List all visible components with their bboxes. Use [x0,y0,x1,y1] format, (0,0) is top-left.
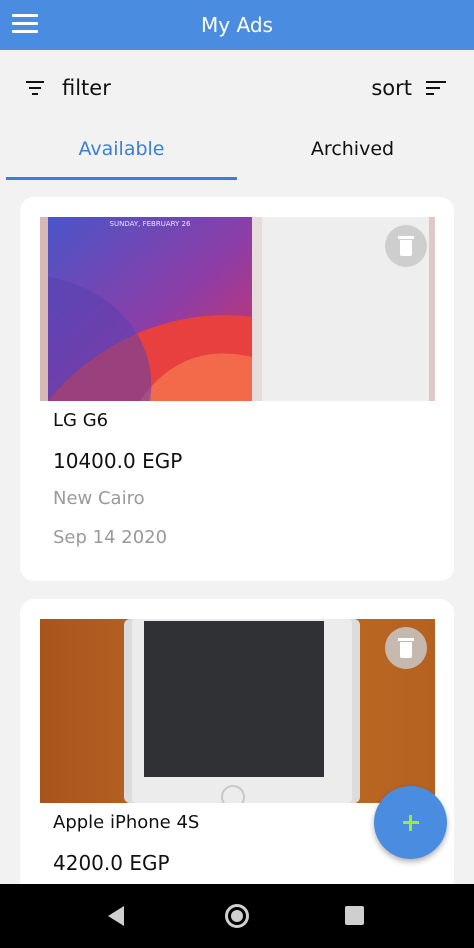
phone-photo-iphone [40,619,435,803]
ad-photo: SUNDAY, FEBRUARY 26 [40,217,435,401]
lock-screen-date: SUNDAY, FEBRUARY 26 [110,220,191,228]
ad-title: Apple iPhone 4S [53,812,200,833]
filter-button[interactable]: filter [26,76,111,100]
ad-card[interactable]: Apple iPhone 4S 4200.0 EGP [20,599,454,929]
app-bar: My Ads [0,0,474,50]
system-nav-bar [0,884,474,948]
tab-bar: Available Archived [6,130,468,180]
tab-archived[interactable]: Archived [237,130,468,180]
ad-date: Sep 14 2020 [53,527,168,548]
recent-apps-icon[interactable] [345,906,364,925]
trash-icon [398,236,414,256]
delete-button[interactable] [385,627,427,669]
filter-sort-bar: filter sort [0,50,474,130]
page-title: My Ads [201,13,273,37]
ad-card[interactable]: SUNDAY, FEBRUARY 26 LG G6 10400.0 EGP Ne… [20,197,454,581]
ad-price: 4200.0 EGP [53,851,170,875]
add-ad-button[interactable] [374,786,447,859]
sort-icon [426,80,448,96]
ad-location: New Cairo [53,488,145,509]
back-icon[interactable] [108,906,124,926]
delete-button[interactable] [385,225,427,267]
tab-available[interactable]: Available [6,130,237,180]
filter-label: filter [62,76,111,100]
phone-photo-lg: SUNDAY, FEBRUARY 26 [40,217,435,401]
filter-icon [26,80,48,96]
sort-button[interactable]: sort [371,76,448,100]
sort-label: sort [371,76,412,100]
home-icon[interactable] [225,904,249,928]
ad-title: LG G6 [53,410,109,431]
ad-photo [40,619,435,803]
ad-price: 10400.0 EGP [53,449,183,473]
trash-icon [398,638,414,658]
